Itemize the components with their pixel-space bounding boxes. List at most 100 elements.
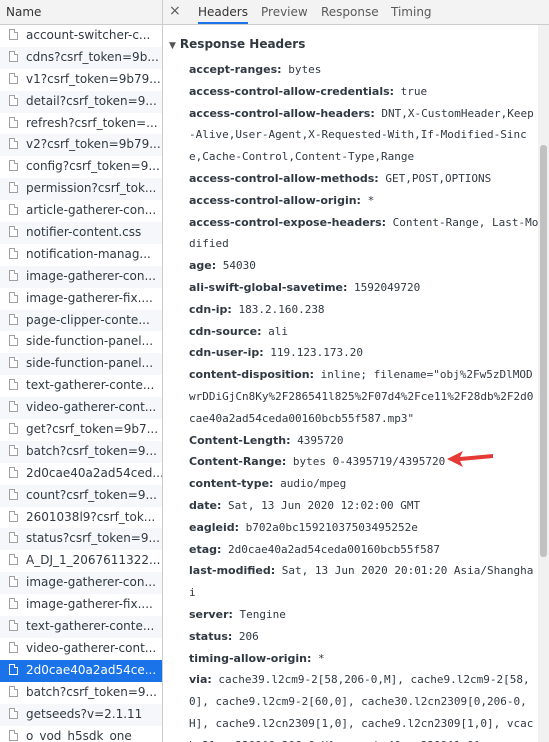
request-name: permission?csrf_tok... bbox=[26, 181, 157, 196]
request-row[interactable]: video-gatherer-cont... bbox=[0, 638, 162, 660]
close-icon[interactable]: × bbox=[169, 3, 181, 19]
request-row[interactable]: batch?csrf_token=9... bbox=[0, 440, 162, 463]
request-row[interactable]: 2d0cae40a2ad54ced... bbox=[0, 463, 162, 485]
request-row[interactable]: permission?csrf_tok... bbox=[0, 178, 162, 201]
file-icon bbox=[9, 29, 18, 40]
request-row[interactable]: 2d0cae40a2ad54ce... bbox=[0, 659, 162, 682]
file-icon bbox=[9, 488, 18, 500]
request-row[interactable]: notification-manag... bbox=[0, 244, 162, 266]
file-icon bbox=[9, 707, 18, 719]
response-headers-section-toggle[interactable]: ▼ Response Headers bbox=[169, 37, 305, 51]
tab-preview[interactable]: Preview bbox=[261, 0, 308, 24]
request-row[interactable]: o_vod_h5sdk_one bbox=[0, 726, 162, 742]
file-icon bbox=[9, 554, 18, 566]
request-row[interactable]: v1?csrf_token=9b79... bbox=[0, 69, 162, 91]
request-row[interactable]: config?csrf_token=9... bbox=[0, 156, 162, 178]
scrollbar-thumb[interactable] bbox=[540, 145, 547, 557]
header-value: 54030 bbox=[216, 259, 256, 273]
request-row[interactable]: image-gatherer-fix.... bbox=[0, 594, 162, 616]
tab-headers[interactable]: Headers bbox=[198, 0, 248, 24]
request-row[interactable]: A_DJ_1_2067611322... bbox=[0, 550, 162, 572]
request-row[interactable]: notifier-content.css bbox=[0, 222, 162, 244]
file-icon bbox=[9, 532, 18, 544]
header-row: last-modified: Sat, 13 Jun 2020 20:01:20… bbox=[189, 560, 539, 604]
vertical-scrollbar[interactable] bbox=[538, 25, 549, 742]
request-name: o_vod_h5sdk_one bbox=[26, 728, 132, 742]
header-key: accept-ranges: bbox=[189, 63, 282, 76]
header-value: true bbox=[394, 84, 428, 98]
request-row[interactable]: side-function-panel... bbox=[0, 353, 162, 376]
header-value: * bbox=[360, 193, 375, 207]
file-icon bbox=[9, 401, 18, 413]
file-icon bbox=[9, 72, 18, 84]
header-key: cdn-source: bbox=[189, 324, 262, 338]
request-name: image-gatherer-con... bbox=[26, 575, 156, 590]
request-name: page-clipper-conte... bbox=[26, 312, 150, 327]
header-row: via: cache39.l2cm9-2[58,206-0,M], cache9… bbox=[189, 669, 539, 742]
header-value: Tengine bbox=[232, 607, 286, 621]
header-row: accept-ranges: bytes bbox=[189, 59, 539, 81]
request-name: video-gatherer-cont... bbox=[26, 400, 157, 415]
request-row[interactable]: refresh?csrf_token=... bbox=[0, 113, 162, 135]
file-icon bbox=[9, 160, 18, 172]
header-key: timing-allow-origin: bbox=[189, 651, 312, 665]
request-row[interactable]: count?csrf_token=9... bbox=[0, 484, 162, 507]
header-row: content-type: audio/mpeg bbox=[189, 473, 539, 495]
header-row: timing-allow-origin: * bbox=[189, 648, 539, 670]
request-row[interactable]: 2601038l9?csrf_tok... bbox=[0, 507, 162, 529]
header-key: age: bbox=[189, 259, 217, 273]
details-tab-bar: × Headers Preview Response Timing bbox=[163, 0, 549, 25]
header-value: cache39.l2cm9-2[58,206-0,M], cache9.l2cm… bbox=[189, 673, 534, 742]
file-icon bbox=[9, 466, 18, 478]
annotation-arrow-icon bbox=[447, 451, 493, 467]
request-name: text-gatherer-conte... bbox=[26, 619, 155, 634]
request-row[interactable]: cdns?csrf_token=9b... bbox=[0, 46, 162, 69]
file-icon bbox=[9, 423, 18, 435]
file-icon bbox=[9, 291, 18, 303]
file-icon bbox=[9, 663, 18, 675]
request-row[interactable]: detail?csrf_token=9... bbox=[0, 90, 162, 113]
tab-response[interactable]: Response bbox=[321, 0, 379, 24]
request-row[interactable]: account-switcher-c... bbox=[0, 25, 162, 47]
header-value: GET,POST,OPTIONS bbox=[378, 171, 492, 185]
file-icon bbox=[9, 379, 18, 391]
request-row[interactable]: side-function-panel... bbox=[0, 331, 162, 353]
request-row[interactable]: batch?csrf_token=9... bbox=[0, 682, 162, 704]
header-row: access-control-allow-headers: DNT,X-Cust… bbox=[189, 103, 539, 168]
header-row: ali-swift-global-savetime: 1592049720 bbox=[189, 277, 539, 299]
request-row[interactable]: image-gatherer-con... bbox=[0, 265, 162, 288]
file-icon bbox=[9, 357, 18, 369]
request-row[interactable]: image-gatherer-con... bbox=[0, 572, 162, 595]
request-row[interactable]: image-gatherer-fix.... bbox=[0, 288, 162, 310]
request-row[interactable]: text-gatherer-conte... bbox=[0, 616, 162, 638]
header-value: ali bbox=[261, 324, 289, 338]
request-name: v2?csrf_token=9b79... bbox=[26, 137, 161, 152]
file-icon bbox=[9, 204, 18, 216]
request-row[interactable]: v2?csrf_token=9b79... bbox=[0, 134, 162, 157]
header-row: etag: 2d0cae40a2ad54ceda00160bcb55f587 bbox=[189, 539, 539, 561]
name-column-header[interactable]: Name bbox=[0, 0, 162, 25]
header-row: date: Sat, 13 Jun 2020 12:02:00 GMT bbox=[189, 495, 539, 517]
header-row: access-control-allow-methods: GET,POST,O… bbox=[189, 168, 539, 190]
request-row[interactable]: status?csrf_token=9... bbox=[0, 528, 162, 551]
file-icon bbox=[9, 138, 18, 150]
request-row[interactable]: get?csrf_token=9b7... bbox=[0, 419, 162, 441]
request-name: video-gatherer-cont... bbox=[26, 640, 157, 655]
request-row[interactable]: text-gatherer-conte... bbox=[0, 375, 162, 397]
tab-timing[interactable]: Timing bbox=[391, 0, 432, 24]
header-value: bytes 0-4395719/4395720 bbox=[286, 455, 446, 469]
request-name: image-gatherer-fix.... bbox=[26, 597, 153, 612]
file-icon bbox=[9, 685, 18, 697]
header-key: via: bbox=[189, 673, 212, 687]
header-row: cdn-user-ip: 119.123.173.20 bbox=[189, 342, 539, 364]
request-name: account-switcher-c... bbox=[26, 28, 151, 42]
header-value: audio/mpeg bbox=[273, 477, 347, 491]
request-row[interactable]: article-gatherer-con... bbox=[0, 200, 162, 222]
request-row[interactable]: video-gatherer-cont... bbox=[0, 397, 162, 420]
header-row: age: 54030 bbox=[189, 255, 539, 277]
request-name: image-gatherer-fix.... bbox=[26, 290, 153, 305]
request-name: side-function-panel... bbox=[26, 334, 154, 349]
request-row[interactable]: page-clipper-conte... bbox=[0, 309, 162, 332]
file-icon bbox=[9, 313, 18, 325]
request-row[interactable]: getseeds?v=2.1.11 bbox=[0, 703, 162, 726]
